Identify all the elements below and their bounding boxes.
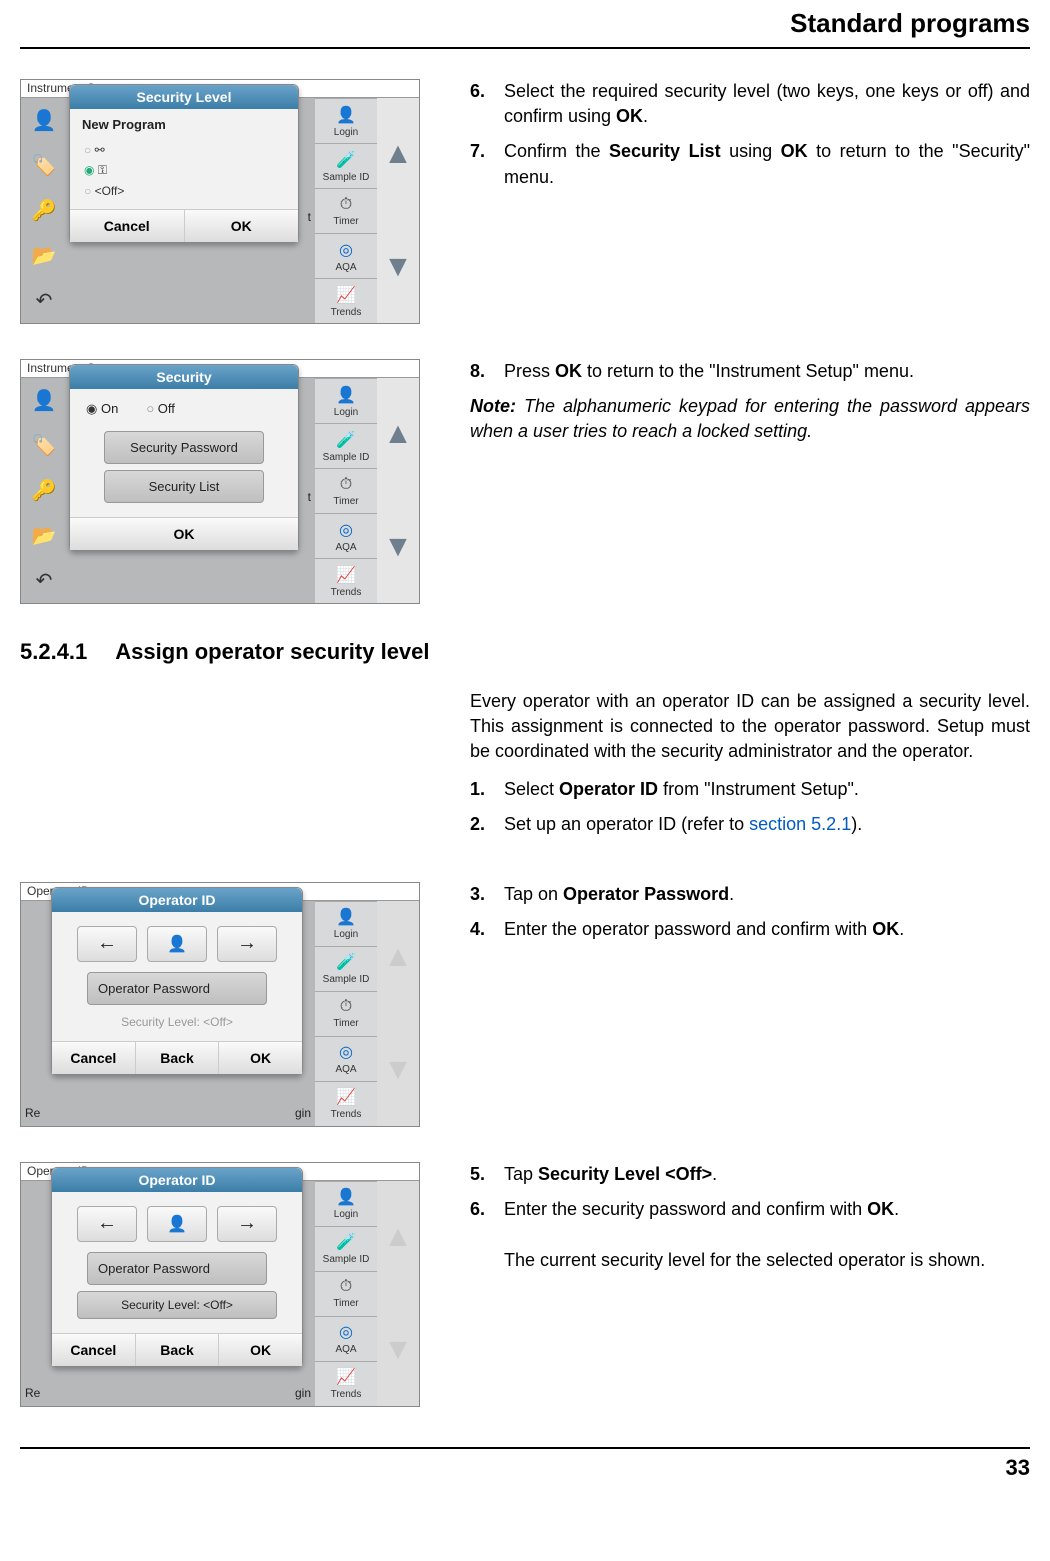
step-text: Enter the security password and confirm … <box>504 1197 1030 1273</box>
left-toolbar: 👤 🏷️ 🔑 📂 ↶ <box>21 98 67 323</box>
step-number: 6. <box>470 79 494 129</box>
right-toolbar: 👤Login 🧪Sample ID ⏱Timer ◎AQA 📈Trends <box>315 98 377 323</box>
dialog-title: Security Level <box>70 85 298 109</box>
option-one-key[interactable]: ⚿ <box>82 160 286 181</box>
security-password-button[interactable]: Security Password <box>104 431 264 464</box>
back-icon: ↶ <box>21 278 67 323</box>
option-off[interactable]: <Off> <box>82 181 286 201</box>
prev-button[interactable]: ← <box>77 1206 137 1242</box>
cancel-button[interactable]: Cancel <box>52 1042 136 1074</box>
scroll-up-icon[interactable]: ▲ <box>377 378 419 491</box>
operator-icon: 👤 <box>147 926 207 962</box>
page-footer: 33 <box>20 1447 1030 1481</box>
step-text: Select Operator ID from "Instrument Setu… <box>504 777 1030 802</box>
step-number: 1. <box>470 777 494 802</box>
cancel-button[interactable]: Cancel <box>70 210 185 242</box>
step-text: Tap on Operator Password. <box>504 882 1030 907</box>
intro-paragraph: Every operator with an operator ID can b… <box>470 689 1030 765</box>
prev-button[interactable]: ← <box>77 926 137 962</box>
operator-icon: 👤 <box>147 1206 207 1242</box>
step-text: Confirm the Security List using OK to re… <box>504 139 1030 189</box>
user-icon: 👤 <box>21 98 67 143</box>
step-text: Enter the operator password and confirm … <box>504 917 1030 942</box>
ok-button[interactable]: OK <box>70 518 298 550</box>
section-heading: 5.2.4.1 Assign operator security level <box>20 639 1030 665</box>
folder-icon: 📂 <box>21 233 67 278</box>
label-icon: 🏷️ <box>21 143 67 188</box>
trends-icon: 📈 <box>336 285 356 305</box>
scroll-up-icon[interactable]: ▲ <box>377 98 419 211</box>
radio-off[interactable]: Off <box>146 401 175 417</box>
security-level-disabled: Security Level: <Off> <box>64 1015 290 1029</box>
step-text: Press OK to return to the "Instrument Se… <box>504 359 1030 384</box>
note-text: Note: The alphanumeric keypad for enteri… <box>470 394 1030 444</box>
radio-on[interactable]: On <box>86 401 118 417</box>
back-button[interactable]: Back <box>136 1042 220 1074</box>
step-number: 6. <box>470 1197 494 1273</box>
login-icon: 👤 <box>336 105 356 125</box>
dialog-title: Security <box>70 365 298 389</box>
step-number: 2. <box>470 812 494 837</box>
aqa-icon: ◎ <box>339 240 353 260</box>
option-two-keys[interactable]: ⚯ <box>82 140 286 160</box>
step-number: 3. <box>470 882 494 907</box>
security-level-button[interactable]: Security Level: <Off> <box>77 1291 277 1319</box>
ok-button[interactable]: OK <box>219 1334 302 1366</box>
operator-password-button[interactable]: Operator Password <box>87 972 267 1005</box>
step-number: 5. <box>470 1162 494 1187</box>
section-link[interactable]: section 5.2.1 <box>749 814 851 834</box>
ok-button[interactable]: OK <box>185 210 299 242</box>
screenshot-operator-id-pw: Operator ID 👤Login 🧪Sample ID ⏱Timer ◎AQ… <box>20 882 420 1127</box>
timer-icon: ⏱ <box>340 196 352 214</box>
next-button[interactable]: → <box>217 926 277 962</box>
step-number: 7. <box>470 139 494 189</box>
back-button[interactable]: Back <box>136 1334 220 1366</box>
ok-button[interactable]: OK <box>219 1042 302 1074</box>
next-button[interactable]: → <box>217 1206 277 1242</box>
screenshot-security: Instrument Setup 👤 🏷️ 🔑 📂 ↶ 👤Login 🧪Samp… <box>20 359 420 604</box>
scroll-down-icon[interactable]: ▼ <box>377 491 419 604</box>
sample-icon: 🧪 <box>336 150 356 170</box>
dialog-title: Operator ID <box>52 888 302 912</box>
step-text: Tap Security Level <Off>. <box>504 1162 1030 1187</box>
step-text: Select the required security level (two … <box>504 79 1030 129</box>
security-list-button[interactable]: Security List <box>104 470 264 503</box>
dialog-title: Operator ID <box>52 1168 302 1192</box>
step-number: 8. <box>470 359 494 384</box>
key-icon: 🔑 <box>21 188 67 233</box>
operator-password-button[interactable]: Operator Password <box>87 1252 267 1285</box>
dialog-subtitle: New Program <box>82 117 286 132</box>
step-number: 4. <box>470 917 494 942</box>
page-header: Standard programs <box>20 0 1030 49</box>
scroll-down-icon[interactable]: ▼ <box>377 211 419 324</box>
cancel-button[interactable]: Cancel <box>52 1334 136 1366</box>
screenshot-security-level: Instrument Setup 👤 🏷️ 🔑 📂 ↶ 👤Login 🧪Samp… <box>20 79 420 324</box>
step-text: Set up an operator ID (refer to section … <box>504 812 1030 837</box>
screenshot-operator-id-level: Operator ID 👤Login 🧪Sample ID ⏱Timer ◎AQ… <box>20 1162 420 1407</box>
